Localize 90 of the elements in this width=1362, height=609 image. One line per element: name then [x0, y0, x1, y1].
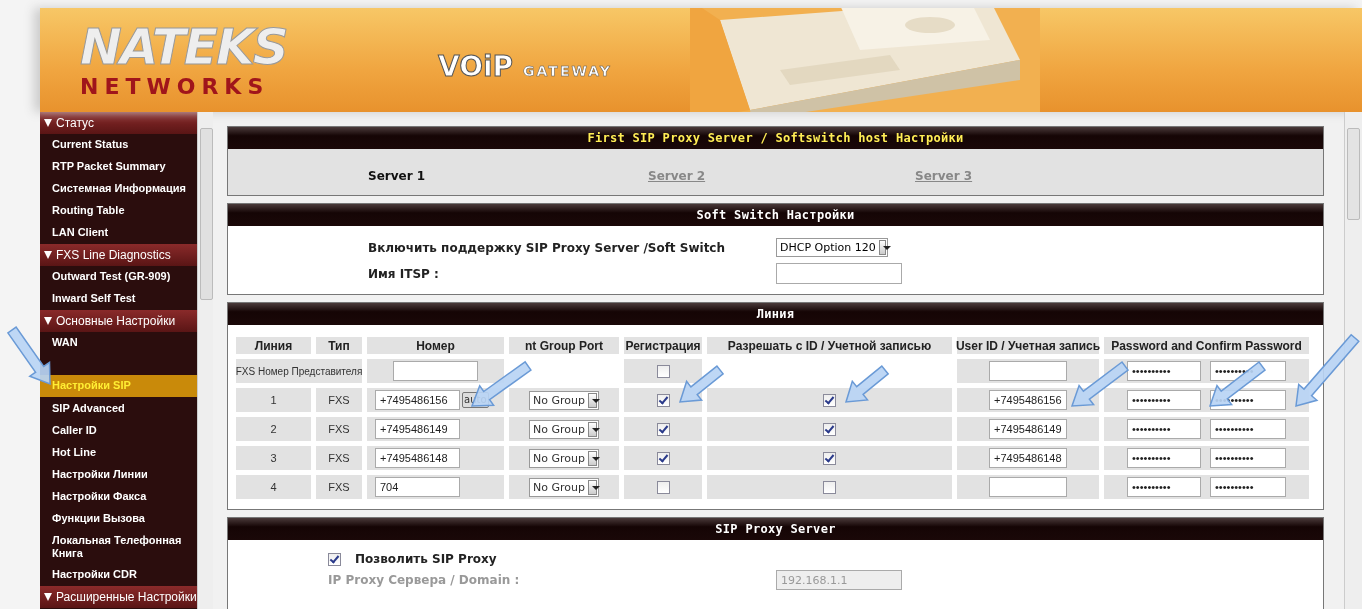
checkbox[interactable] — [656, 451, 670, 465]
field-label: IP Proxy Сервера / Domain : — [328, 573, 521, 587]
row-label: FXS Номер Представителя — [236, 359, 362, 383]
sidebar-item[interactable]: Настройки Линии — [40, 464, 197, 486]
input-field[interactable] — [776, 263, 902, 284]
input-field[interactable]: •••••••••• — [1127, 419, 1201, 439]
checkbox[interactable] — [656, 422, 670, 436]
sidebar-section[interactable]: Статус — [40, 112, 197, 134]
scrollbar[interactable] — [1344, 112, 1362, 609]
annotation-arrow — [6, 326, 51, 386]
input-field[interactable]: +7495486156 — [989, 390, 1067, 410]
panel-header: Линия — [228, 303, 1323, 325]
dropdown[interactable]: DHCP Option 120 — [776, 238, 888, 257]
panel-header: First SIP Proxy Server / Softswitch host Настройки — [228, 127, 1323, 149]
sidebar-item[interactable]: Функции Вызова — [40, 508, 197, 530]
input-field[interactable]: +7495486148 — [375, 448, 460, 468]
input-field[interactable]: 704 — [375, 477, 460, 497]
column-header: Номер — [367, 337, 504, 354]
panel-header: SIP Proxy Server — [228, 518, 1323, 540]
scrollbar[interactable] — [196, 112, 213, 609]
annotation-arrow — [844, 365, 890, 403]
sidebar-item[interactable]: Локальная Телефонная Книга — [40, 530, 197, 564]
logo-title: NATEKS — [80, 22, 287, 72]
input-field[interactable] — [989, 477, 1067, 497]
table-cell: FXS — [316, 446, 362, 470]
input-field[interactable]: •••••••••• — [1210, 419, 1286, 439]
column-header: User ID / Учетная запись — [957, 337, 1099, 354]
checkbox[interactable] — [823, 480, 836, 494]
sidebar-item[interactable]: Current Status — [40, 134, 197, 156]
table-cell: 2 — [236, 417, 311, 441]
input-field[interactable]: •••••••••• — [1127, 448, 1201, 468]
column-header: Разрешать с ID / Учетной записью — [707, 337, 952, 354]
checkbox-label: Позволить SIP Proxy — [355, 552, 497, 566]
input-field[interactable]: •••••••••• — [1127, 477, 1201, 497]
table-cell: 4 — [236, 475, 311, 499]
annotation-arrow — [678, 365, 725, 403]
table-cell: FXS — [316, 475, 362, 499]
dropdown[interactable]: No Group — [529, 390, 599, 410]
sidebar-section[interactable]: Расширенные Настройки — [40, 586, 197, 608]
checkbox[interactable] — [823, 422, 836, 436]
dropdown[interactable]: No Group — [529, 477, 599, 497]
checkbox[interactable] — [656, 393, 670, 407]
sidebar-item[interactable]: Caller ID — [40, 420, 197, 442]
checkbox[interactable] — [823, 451, 836, 465]
sidebar-item[interactable]: Routing Table — [40, 200, 197, 222]
sidebar-section[interactable]: FXS Line Diagnostics — [40, 244, 197, 266]
column-header: Линия — [236, 337, 311, 354]
column-header: nt Group Port — [509, 337, 619, 354]
table-cell: FXS — [316, 388, 362, 412]
product-name: VOiP — [438, 50, 514, 83]
dropdown[interactable]: No Group — [529, 448, 599, 468]
sidebar-item[interactable]: Системная Информация — [40, 178, 197, 200]
input-field[interactable] — [989, 361, 1067, 381]
sidebar-item[interactable]: LAN Client — [40, 222, 197, 244]
sidebar-item[interactable]: Inward Self Test — [40, 288, 197, 310]
column-header: Password and Confirm Password — [1104, 337, 1309, 354]
sidebar-item[interactable]: WAN — [40, 332, 197, 354]
checkbox[interactable] — [328, 552, 341, 566]
input-field[interactable]: +7495486148 — [989, 448, 1067, 468]
table-cell: FXS — [316, 417, 362, 441]
checkbox[interactable] — [656, 364, 670, 378]
field-label: Включить поддержку SIP Proxy Server /Soft Switch — [368, 240, 727, 255]
sidebar-item[interactable]: Настройки Факса — [40, 486, 197, 508]
panel-header: Soft Switch Настройки — [228, 204, 1323, 226]
sidebar-item[interactable]: Outward Test (GR-909) — [40, 266, 197, 288]
sidebar-section[interactable]: Основные Настройки — [40, 310, 197, 332]
checkbox[interactable] — [823, 393, 836, 407]
table-cell: 1 — [236, 388, 311, 412]
sidebar-item[interactable]: Hot Line — [40, 442, 197, 464]
input-field[interactable] — [393, 361, 478, 381]
annotation-arrow — [1070, 360, 1130, 407]
sidebar-item[interactable]: RTP Packet Summary — [40, 156, 197, 178]
input-field[interactable]: •••••••••• — [1127, 390, 1201, 410]
logo-subtitle: NETWORKS — [80, 74, 271, 99]
table-cell: 3 — [236, 446, 311, 470]
server-tab[interactable]: Server 1 — [368, 169, 648, 183]
checkbox[interactable] — [656, 480, 670, 494]
input-field[interactable]: +7495486149 — [989, 419, 1067, 439]
input-field[interactable]: •••••••••• — [1127, 361, 1201, 381]
input-field[interactable]: +7495486149 — [375, 419, 460, 439]
column-header: Тип — [316, 337, 362, 354]
input-field[interactable]: •••••••••• — [1210, 448, 1286, 468]
sidebar-item[interactable]: SIP Advanced — [40, 398, 197, 420]
input-field[interactable]: +7495486156 — [375, 390, 460, 410]
field-label: Имя ITSP : — [368, 266, 440, 281]
input-field[interactable]: •••••••••• — [1210, 477, 1286, 497]
dropdown[interactable]: No Group — [529, 419, 599, 439]
sidebar-item[interactable]: Настройки CDR — [40, 564, 197, 586]
column-header: Регистрация — [624, 337, 702, 354]
product-subtitle: GATEWAY — [523, 63, 612, 79]
